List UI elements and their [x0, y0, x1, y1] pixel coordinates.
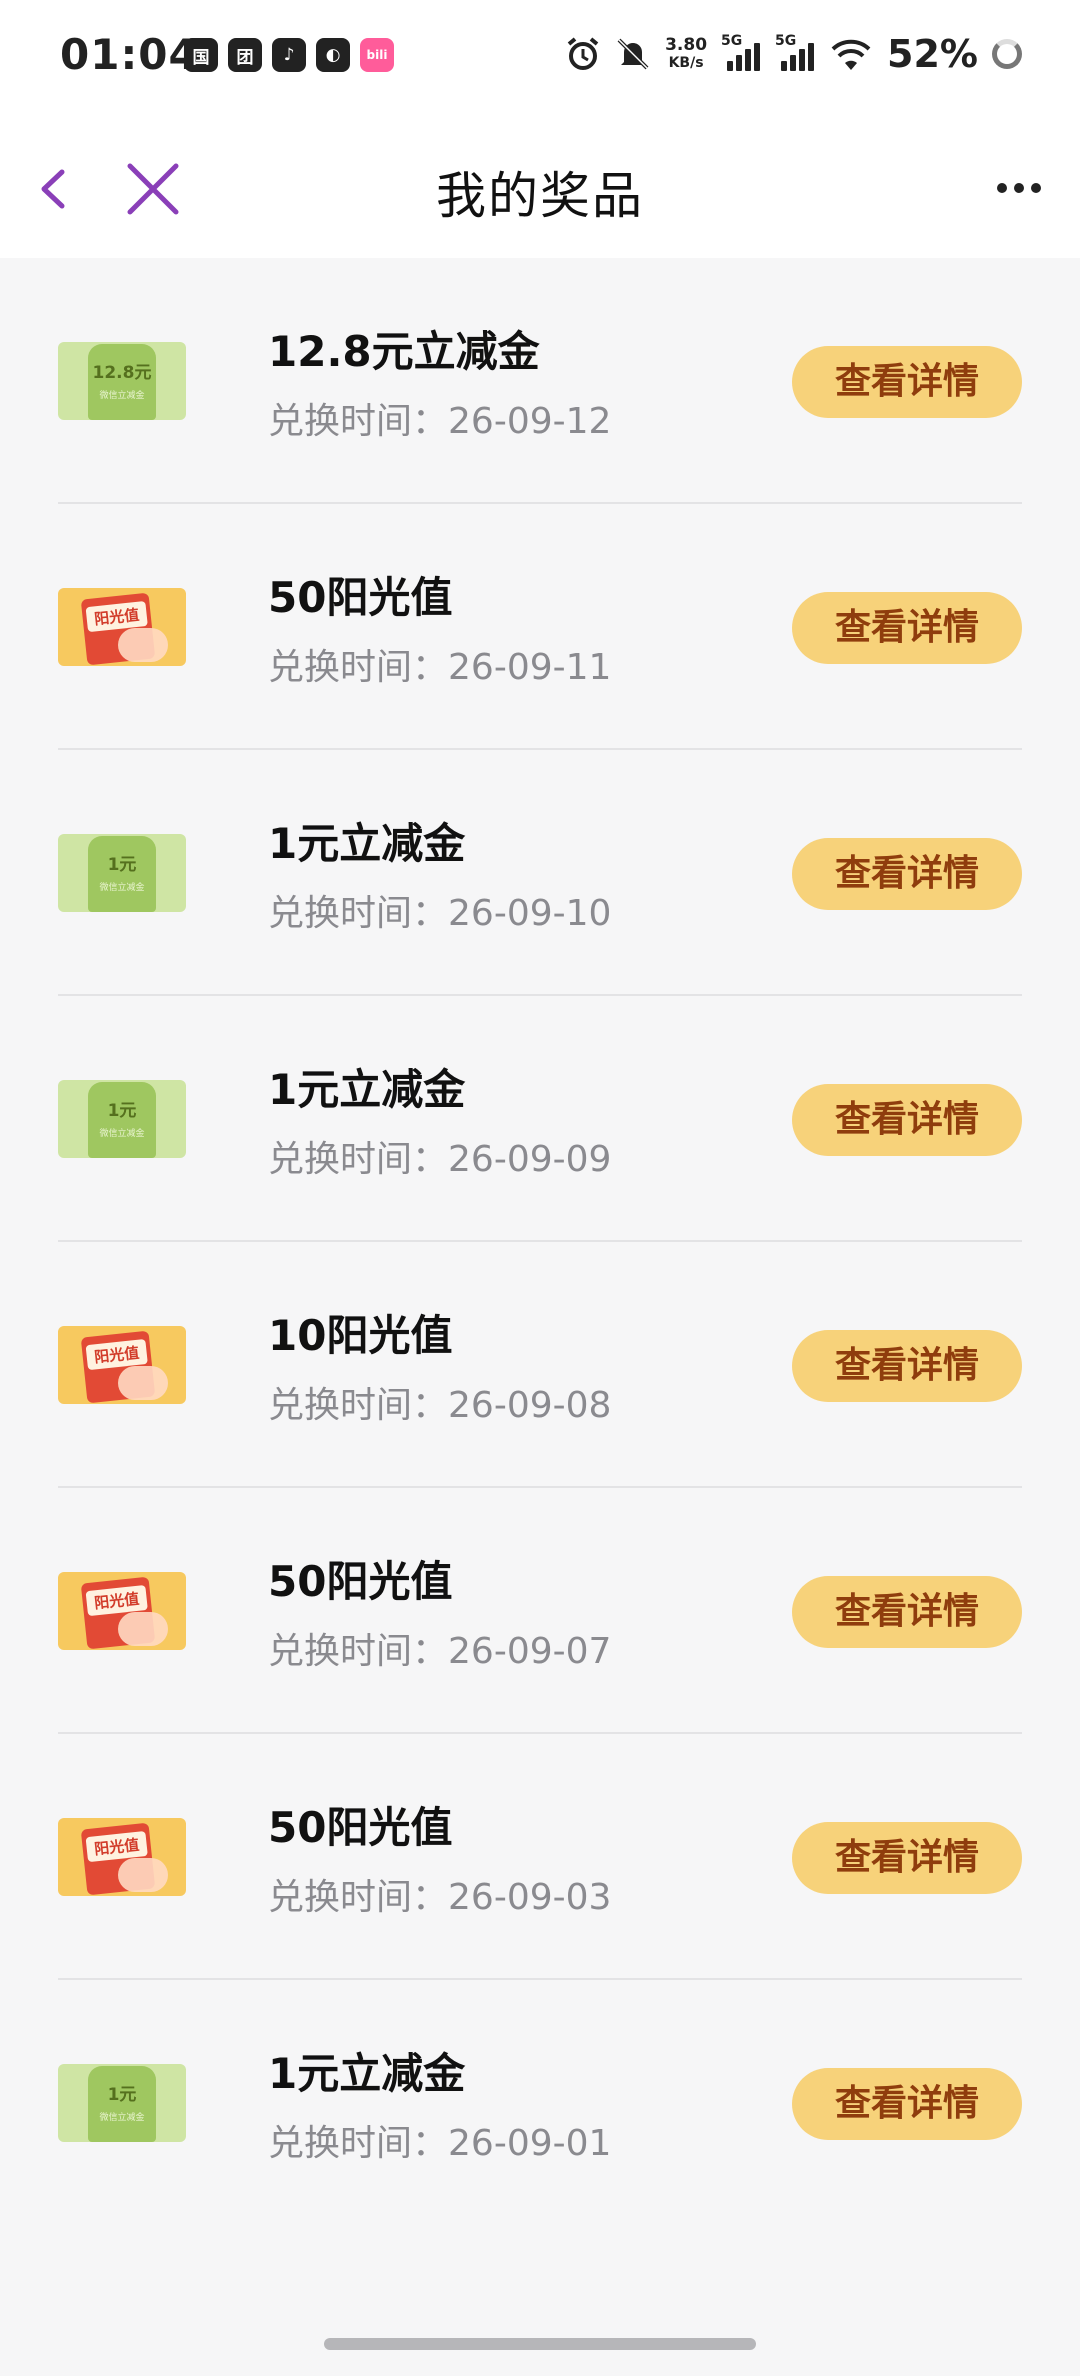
prize-name: 1元立减金: [268, 819, 466, 868]
redeem-time-label: 兑换时间：: [268, 401, 449, 442]
view-details-button[interactable]: 查看详情: [792, 1576, 1022, 1648]
more-options-button[interactable]: [984, 158, 1054, 218]
wifi-icon: [829, 36, 873, 72]
app-notification-icon: 团: [228, 38, 262, 72]
prize-name: 50阳光值: [268, 573, 453, 622]
thumbnail-amount: 1元: [107, 1101, 137, 1121]
view-details-button[interactable]: 查看详情: [792, 1822, 1022, 1894]
prize-name: 10阳光值: [268, 1311, 453, 1360]
redeem-time-label: 兑换时间：: [268, 1877, 449, 1918]
tiktok-icon: ♪: [272, 38, 306, 72]
voucher-thumbnail: 12.8元 微信立减金: [58, 342, 186, 420]
redeem-time-label: 兑换时间：: [268, 1385, 449, 1426]
redeem-date: 26-09-03: [448, 1877, 612, 1918]
green-envelope-image: 1元 微信立减金: [88, 836, 156, 912]
redeem-time: 兑换时间：26-09-12: [268, 392, 611, 444]
sunshine-thumbnail: 阳光值: [58, 1326, 186, 1404]
thumbnail-subtitle: 微信立减金: [99, 2113, 145, 2123]
status-indicators: 3.80 KB/s 5G 5G 52%: [565, 32, 1022, 76]
view-details-button[interactable]: 查看详情: [792, 1084, 1022, 1156]
redeem-date: 26-09-08: [448, 1385, 612, 1426]
prize-name: 12.8元立减金: [268, 327, 540, 376]
signal-tag: 5G: [775, 33, 797, 49]
redeem-time: 兑换时间：26-09-03: [268, 1868, 611, 1920]
network-speed-value: 3.80: [665, 35, 708, 55]
green-envelope-image: 1元 微信立减金: [88, 1082, 156, 1158]
home-indicator[interactable]: [324, 2338, 756, 2350]
redeem-date: 26-09-01: [448, 2123, 612, 2164]
prize-row: 1元 微信立减金 1元立减金 兑换时间：26-09-09 查看详情: [0, 996, 1080, 1242]
sunshine-thumbnail: 阳光值: [58, 588, 186, 666]
redeem-time-label: 兑换时间：: [268, 2123, 449, 2164]
voucher-thumbnail: 1元 微信立减金: [58, 2064, 186, 2142]
prize-row: 阳光值 50阳光值 兑换时间：26-09-03 查看详情: [0, 1734, 1080, 1980]
redeem-date: 26-09-09: [448, 1139, 612, 1180]
prize-name: 1元立减金: [268, 2049, 466, 2098]
bilibili-icon: bili: [360, 38, 394, 72]
view-details-button[interactable]: 查看详情: [792, 1330, 1022, 1402]
view-details-button[interactable]: 查看详情: [792, 592, 1022, 664]
mute-icon: [615, 36, 651, 72]
prize-row: 阳光值 10阳光值 兑换时间：26-09-08 查看详情: [0, 1242, 1080, 1488]
thumbnail-subtitle: 微信立减金: [99, 1129, 145, 1139]
top-nav-bar: 我的奖品: [0, 118, 1080, 258]
signal-5g-2-icon: 5G: [775, 33, 815, 71]
redeem-time: 兑换时间：26-09-11: [268, 638, 611, 690]
thumbnail-amount: 1元: [107, 855, 137, 875]
notification-icons: 国 团 ♪ ◐ bili: [184, 38, 394, 72]
redeem-time-label: 兑换时间：: [268, 647, 449, 688]
prize-list: 12.8元 微信立减金 12.8元立减金 兑换时间：26-09-12 查看详情 …: [0, 258, 1080, 2226]
redeem-time-label: 兑换时间：: [268, 1139, 449, 1180]
sunshine-thumbnail: 阳光值: [58, 1572, 186, 1650]
status-bar: 01:04 国 团 ♪ ◐ bili 3.80 KB/s 5G 5G 52%: [0, 0, 1080, 118]
thumbnail-amount: 1元: [107, 2085, 137, 2105]
alarm-icon: [565, 36, 601, 72]
prize-row: 阳光值 50阳光值 兑换时间：26-09-07 查看详情: [0, 1488, 1080, 1734]
view-details-button[interactable]: 查看详情: [792, 838, 1022, 910]
prize-name: 50阳光值: [268, 1557, 453, 1606]
redeem-time: 兑换时间：26-09-07: [268, 1622, 611, 1674]
network-speed-unit: KB/s: [668, 55, 704, 71]
view-details-button[interactable]: 查看详情: [792, 2068, 1022, 2140]
hand-graphic: [118, 1858, 168, 1892]
thumbnail-amount: 12.8元: [92, 363, 152, 383]
signal-tag: 5G: [721, 33, 743, 49]
redeem-time: 兑换时间：26-09-10: [268, 884, 611, 936]
sunshine-thumbnail: 阳光值: [58, 1818, 186, 1896]
redeem-date: 26-09-11: [448, 647, 612, 688]
thumbnail-subtitle: 微信立减金: [99, 391, 145, 401]
redeem-date: 26-09-10: [448, 893, 612, 934]
loading-ring-icon: [992, 39, 1022, 69]
app-notification-icon: 国: [184, 38, 218, 72]
prize-name: 50阳光值: [268, 1803, 453, 1852]
hand-graphic: [118, 628, 168, 662]
green-envelope-image: 12.8元 微信立减金: [88, 344, 156, 420]
prize-name: 1元立减金: [268, 1065, 466, 1114]
network-speed: 3.80 KB/s: [665, 36, 707, 72]
battery-level: 52%: [887, 32, 978, 76]
page-title: 我的奖品: [436, 167, 644, 225]
prize-row: 1元 微信立减金 1元立减金 兑换时间：26-09-10 查看详情: [0, 750, 1080, 996]
thumbnail-subtitle: 微信立减金: [99, 883, 145, 893]
redeem-date: 26-09-12: [448, 401, 612, 442]
view-details-button[interactable]: 查看详情: [792, 346, 1022, 418]
voucher-thumbnail: 1元 微信立减金: [58, 1080, 186, 1158]
clock: 01:04: [60, 30, 199, 79]
prize-row: 阳光值 50阳光值 兑换时间：26-09-11 查看详情: [0, 504, 1080, 750]
redeem-time: 兑换时间：26-09-09: [268, 1130, 611, 1182]
voucher-thumbnail: 1元 微信立减金: [58, 834, 186, 912]
redeem-time-label: 兑换时间：: [268, 893, 449, 934]
prize-row: 12.8元 微信立减金 12.8元立减金 兑换时间：26-09-12 查看详情: [0, 258, 1080, 504]
more-icon: [997, 183, 1041, 193]
hand-graphic: [118, 1366, 168, 1400]
redeem-time-label: 兑换时间：: [268, 1631, 449, 1672]
redeem-time: 兑换时间：26-09-01: [268, 2114, 611, 2166]
green-envelope-image: 1元 微信立减金: [88, 2066, 156, 2142]
hand-graphic: [118, 1612, 168, 1646]
prize-row: 1元 微信立减金 1元立减金 兑换时间：26-09-01 查看详情: [0, 1980, 1080, 2226]
app-notification-icon: ◐: [316, 38, 350, 72]
redeem-time: 兑换时间：26-09-08: [268, 1376, 611, 1428]
signal-5g-1-icon: 5G: [721, 33, 761, 71]
redeem-date: 26-09-07: [448, 1631, 612, 1672]
